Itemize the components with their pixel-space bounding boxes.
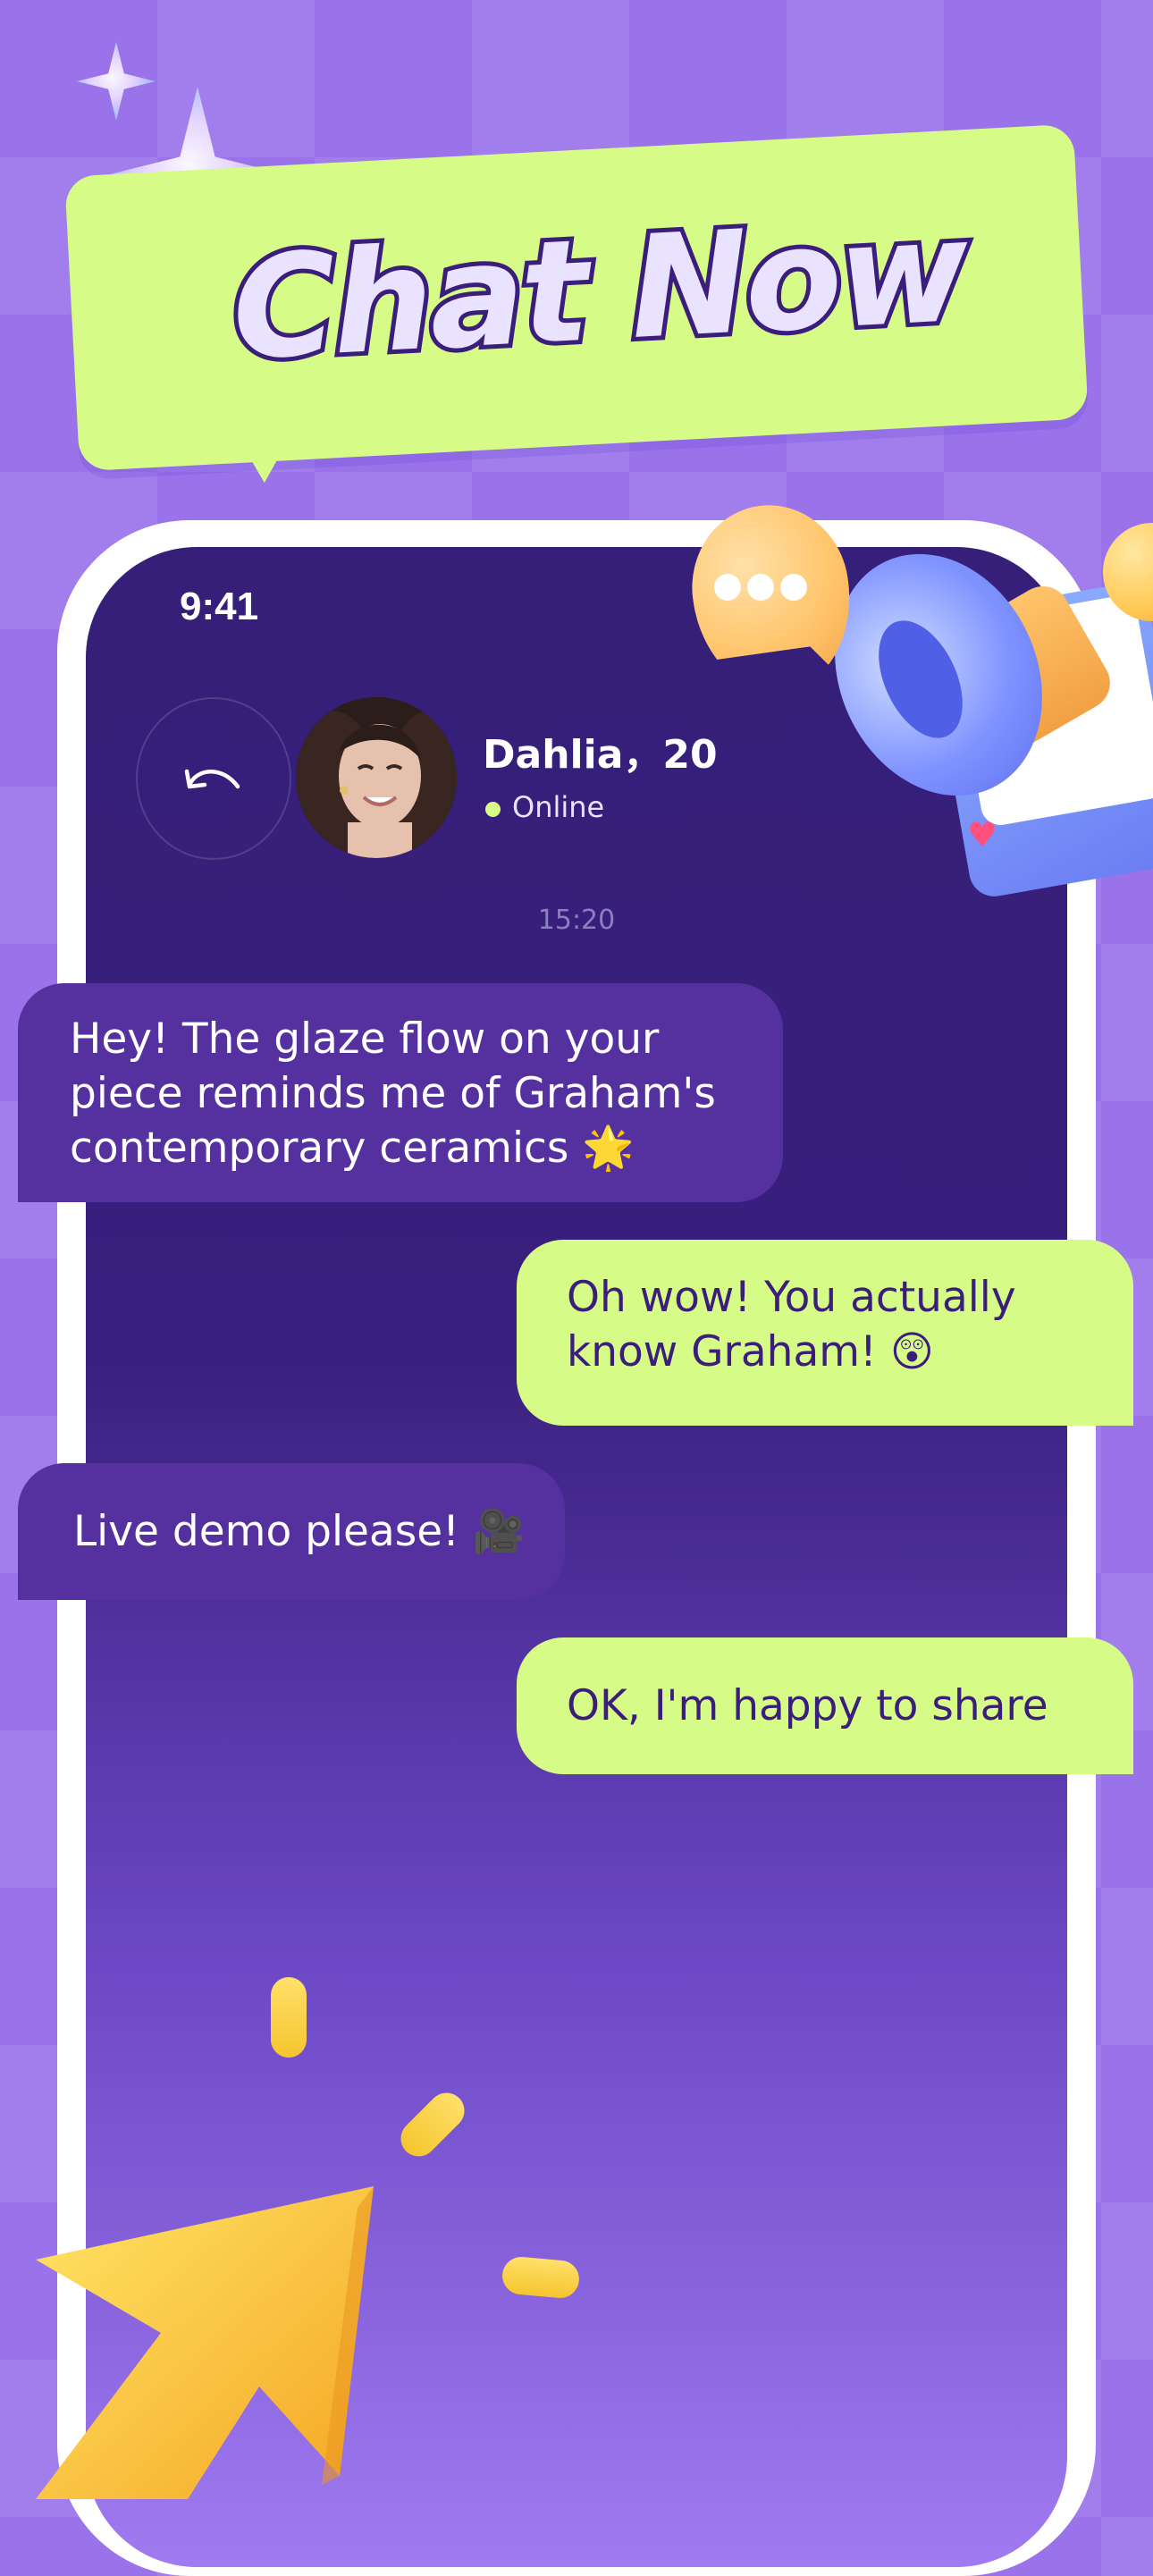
message-bubble-outgoing: Oh wow! You actually know Graham! 😲	[517, 1240, 1133, 1426]
message-bubble-outgoing: OK, I'm happy to share	[517, 1637, 1133, 1774]
online-status-text: Online	[512, 790, 605, 824]
burst-line	[271, 1977, 307, 2058]
online-status-dot	[485, 802, 501, 817]
contact-name: Dahlia，20	[483, 732, 718, 778]
avatar-photo	[296, 697, 457, 858]
burst-line	[501, 2255, 581, 2300]
undo-arrow-icon	[184, 769, 240, 789]
typing-dot	[747, 574, 774, 601]
status-bar-time: 9:41	[180, 585, 259, 628]
heart-icon: ♥	[967, 815, 998, 854]
contact-avatar[interactable]	[296, 697, 457, 858]
typing-dot	[714, 574, 741, 601]
sparkle-small-icon	[77, 42, 156, 121]
typing-dot	[780, 574, 807, 601]
pointer-arrow-icon	[36, 2186, 374, 2499]
back-button[interactable]	[136, 697, 291, 860]
message-timestamp: 15:20	[537, 905, 616, 936]
message-bubble-incoming: Live demo please! 🎥	[18, 1463, 565, 1600]
message-bubble-incoming: Hey! The glaze flow on your piece remind…	[18, 983, 783, 1202]
